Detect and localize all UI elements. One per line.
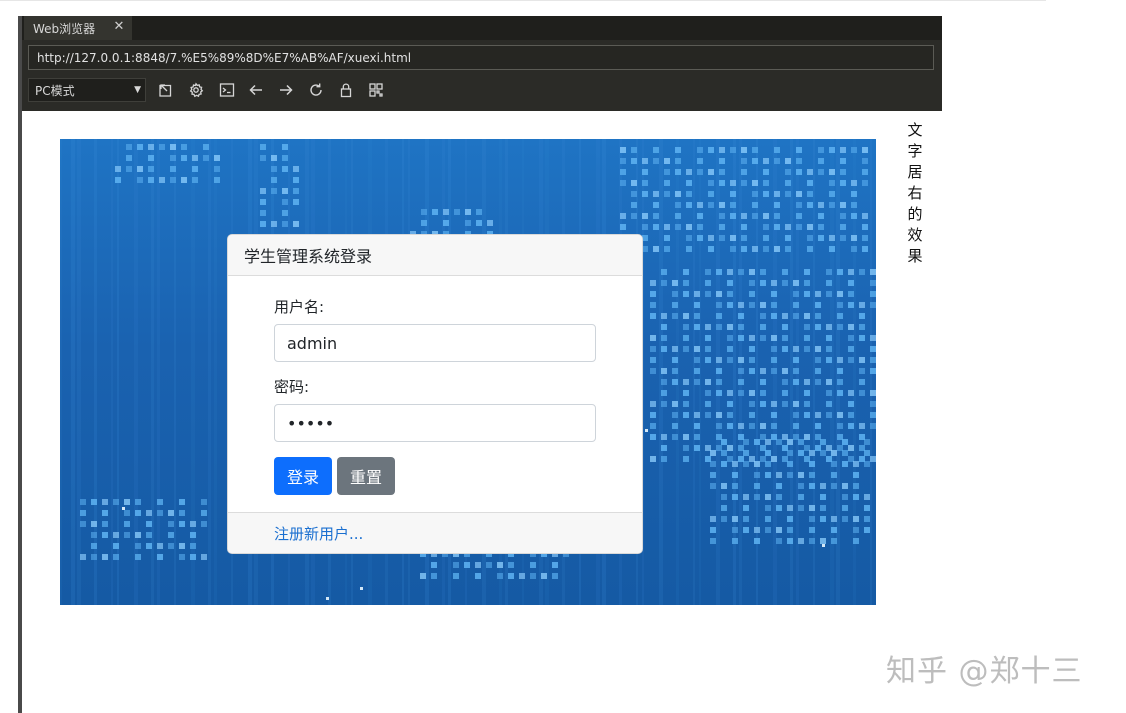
- reset-button[interactable]: 重置: [337, 457, 395, 495]
- tab-strip: Web浏览器 ✕: [22, 16, 942, 40]
- open-external-icon[interactable]: [156, 80, 176, 100]
- password-label: 密码:: [274, 378, 310, 396]
- login-button[interactable]: 登录: [274, 457, 332, 495]
- username-label: 用户名:: [274, 298, 325, 316]
- back-arrow-icon[interactable]: [246, 80, 266, 100]
- browser-chrome: Web浏览器 ✕ PC模式 ▼: [22, 16, 942, 111]
- browser-tab[interactable]: Web浏览器 ✕: [24, 16, 132, 40]
- lock-icon[interactable]: [336, 80, 356, 100]
- side-text-char: 右: [907, 184, 923, 202]
- qr-code-icon[interactable]: [366, 80, 386, 100]
- register-link[interactable]: 注册新用户...: [274, 523, 363, 544]
- card-header: 学生管理系统登录: [228, 235, 642, 276]
- username-input[interactable]: [274, 324, 596, 362]
- device-mode-value: PC模式: [35, 83, 75, 98]
- side-text-char: 居: [907, 163, 923, 181]
- top-divider: [0, 0, 1046, 1]
- side-text: 文 字 居 右 的 效 果: [906, 120, 924, 267]
- card-footer: 注册新用户...: [228, 512, 642, 553]
- tab-title: Web浏览器: [33, 21, 96, 36]
- chevron-down-icon: ▼: [134, 85, 141, 95]
- console-icon[interactable]: [217, 80, 237, 100]
- side-text-char: 文: [907, 121, 923, 139]
- side-text-char: 果: [907, 247, 923, 265]
- password-input[interactable]: [274, 404, 596, 442]
- login-title: 学生管理系统登录: [244, 247, 373, 266]
- reload-icon[interactable]: [306, 80, 326, 100]
- side-text-char: 效: [907, 226, 923, 244]
- window-left-edge: [18, 16, 22, 713]
- watermark-text: 知乎 @郑十三: [886, 654, 1083, 689]
- close-icon[interactable]: ✕: [111, 19, 127, 35]
- address-bar[interactable]: [28, 45, 934, 70]
- side-text-char: 字: [907, 142, 923, 160]
- forward-arrow-icon[interactable]: [276, 80, 296, 100]
- login-card: 学生管理系统登录 用户名: 密码: 登录 重置 注册新用户...: [227, 234, 643, 554]
- settings-icon[interactable]: [186, 80, 206, 100]
- device-mode-select[interactable]: PC模式 ▼: [28, 78, 146, 102]
- side-text-char: 的: [907, 205, 923, 223]
